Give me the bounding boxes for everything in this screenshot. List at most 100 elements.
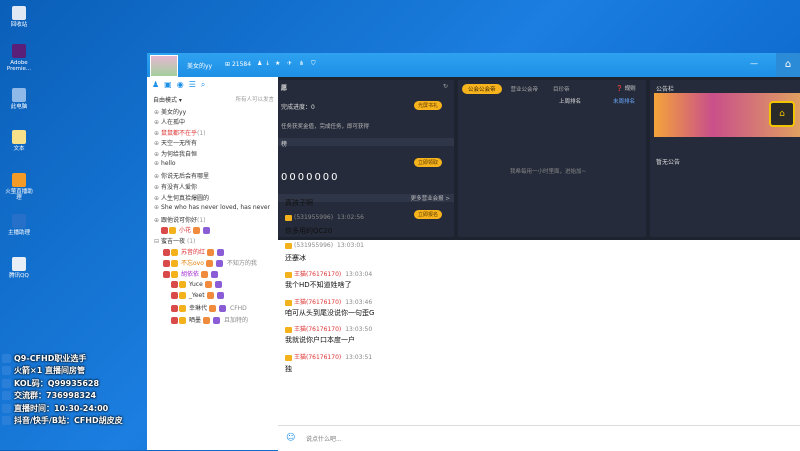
expand-icon[interactable]: ⊕ <box>154 109 159 116</box>
app-icon <box>12 88 26 102</box>
shield-icon[interactable]: ⛉ <box>311 61 317 67</box>
star-icon[interactable]: ★ <box>275 61 281 67</box>
sender-name[interactable]: 王猫(76176170) <box>294 326 341 333</box>
channel-item[interactable]: ⊕ 人生何真拾爆圆的 <box>154 193 209 202</box>
user-item[interactable]: 不忘ovo 不知方的我 <box>163 258 257 267</box>
desktop-icon[interactable]: 此电脑 <box>4 88 34 110</box>
room-avatar[interactable] <box>150 55 178 77</box>
expand-icon[interactable]: ⊕ <box>154 151 159 158</box>
desktop-icon-label: 此电脑 <box>10 104 28 110</box>
user-item[interactable]: _Yeet <box>171 292 225 299</box>
minimize-icon[interactable]: — <box>750 59 758 68</box>
user-name: 苏音的红 <box>181 249 206 256</box>
user-item[interactable]: 胡依依 <box>163 269 219 278</box>
down-icon[interactable]: ↓ <box>265 61 271 67</box>
badge-icon <box>171 281 178 288</box>
collapse-icon[interactable]: ⊟ <box>154 238 159 245</box>
user-name: 晒墨 <box>189 317 202 324</box>
expand-icon[interactable]: ⊕ <box>154 184 159 191</box>
expand-icon[interactable]: ⊕ <box>154 130 159 137</box>
expand-icon[interactable]: ⊕ <box>154 160 159 167</box>
sender-name[interactable]: (531955996) <box>294 214 333 221</box>
channel-item[interactable]: ⊕ 跟他说可你好(1) <box>154 215 206 224</box>
desktop-icon[interactable]: 回收站 <box>4 6 34 28</box>
more-link[interactable]: 更多营业会报 > <box>411 194 450 202</box>
section-bar <box>278 138 454 146</box>
expand-icon[interactable]: ⊕ <box>154 119 159 126</box>
expand-icon[interactable]: ⊕ <box>154 173 159 180</box>
desktop-icon[interactable]: 主播助理 <box>4 214 34 236</box>
claim-button[interactable]: 立即领取 <box>414 158 443 167</box>
desktop-icon-label: 火萤直播助理 <box>5 189 33 201</box>
channel-item[interactable]: ⊕ 有没有人爱你 <box>154 182 197 191</box>
home-icon[interactable]: ⌂ <box>776 53 800 77</box>
medal-icon <box>207 249 215 256</box>
rank-tab[interactable]: 公会公会帝 <box>462 84 502 94</box>
sender-name[interactable]: 王猫(76176170) <box>294 299 341 306</box>
share-icon[interactable]: ⋔ <box>299 61 305 67</box>
location-icon[interactable]: ◉ <box>177 80 184 90</box>
emoji-icon[interactable]: ☺ <box>286 433 295 443</box>
chat-sender[interactable]: (531955996) 13:02:56 <box>285 214 364 221</box>
list-icon[interactable]: ☰ <box>189 80 196 90</box>
chat-input[interactable] <box>304 431 608 447</box>
user-name: Yuce <box>189 281 203 288</box>
channel-group[interactable]: ⊟ 蜜吉一夜 (1) <box>154 236 195 245</box>
user-item[interactable]: 晒墨 且加特的 <box>171 315 248 324</box>
desktop-icon[interactable]: 火萤直播助理 <box>4 173 34 201</box>
badge-icon <box>171 249 178 256</box>
notice-banner-image[interactable]: ⌂ <box>654 93 800 137</box>
channel-item[interactable]: ⊕ She who has never loved, has never <box>154 204 270 211</box>
medal-icon <box>213 317 221 324</box>
desktop-icon[interactable]: 腾讯QQ <box>4 257 34 279</box>
mode-select[interactable]: 自由模式 ▾ <box>153 95 182 104</box>
user-item[interactable]: 苏音的红 <box>163 247 225 256</box>
expand-icon[interactable]: ⊕ <box>154 217 159 224</box>
notice-title: 公告栏 <box>656 86 675 93</box>
channel-item[interactable]: ⊕ 为何给我自恒 <box>154 149 197 158</box>
chat-sender[interactable]: 王猫(76176170) 13:03:51 <box>285 352 372 361</box>
chat-sender[interactable]: 王猫(76176170) 13:03:04 <box>285 269 372 278</box>
rank-tab[interactable]: 营业公会帝 <box>505 84 545 94</box>
chat-sender[interactable]: 王猫(76176170) 13:03:46 <box>285 297 372 306</box>
user-item[interactable]: 幸琳代 CFHD <box>171 303 247 312</box>
user-icon[interactable]: ♟ <box>257 61 263 67</box>
chat-sender[interactable]: (531955996) 13:03:01 <box>285 242 364 249</box>
user-item[interactable]: Yuce <box>171 281 223 288</box>
signup-button[interactable]: 立即报名 <box>414 210 443 219</box>
sender-name[interactable]: (531955996) <box>294 242 333 249</box>
rank-tab[interactable]: 目珍帝 <box>547 84 576 94</box>
refresh-icon[interactable]: ↻ <box>443 83 448 90</box>
overlay-line: 抖音/快手/B站：CFHD胡皮皮 <box>2 415 146 428</box>
rules-link[interactable]: ❓ 规则 <box>616 84 636 92</box>
channel-item[interactable]: ⊕ hello <box>154 160 176 167</box>
desktop-icon[interactable]: Adobe Premie... <box>4 44 34 72</box>
sender-name[interactable]: 王猫(76176170) <box>294 271 341 278</box>
gift-button[interactable]: 光屏书礼 <box>414 101 443 110</box>
channel-count: (1) <box>197 130 206 137</box>
sender-name[interactable]: 王猫(76176170) <box>294 354 341 361</box>
channel-item[interactable]: ⊕ 美女的yy <box>154 107 186 116</box>
channel-item[interactable]: ⊕ 鼠鼠都不在乎(1) <box>154 128 206 137</box>
chat-message: 真孩子啊 <box>285 199 313 207</box>
user-item[interactable]: 小花 <box>161 225 211 234</box>
overlay-text: 抖音/快手/B站：CFHD胡皮皮 <box>14 416 123 426</box>
flag-icon[interactable]: ✈ <box>287 61 293 67</box>
chat-icon[interactable]: ▣ <box>164 80 172 90</box>
overlay-text: 直播时间：10:30-24:00 <box>14 403 109 413</box>
expand-icon[interactable]: ⊕ <box>154 140 159 147</box>
week-rank-link[interactable]: 未周排名 <box>613 97 635 105</box>
message-time: 13:03:50 <box>345 326 373 333</box>
medal-icon <box>205 260 213 267</box>
channel-item[interactable]: ⊕ 人在孤中 <box>154 117 185 126</box>
app-icon <box>12 257 26 271</box>
search-icon[interactable]: ⌕ <box>201 80 205 90</box>
room-id: ⊞ 21584 <box>225 61 252 68</box>
chat-sender[interactable]: 王猫(76176170) 13:03:50 <box>285 324 372 333</box>
expand-icon[interactable]: ⊕ <box>154 204 159 211</box>
channel-item[interactable]: ⊕ 你说无后会有哪里 <box>154 171 209 180</box>
user-icon[interactable]: ♟ <box>152 80 159 90</box>
desktop-icon[interactable]: 文本 <box>4 130 34 152</box>
channel-item[interactable]: ⊕ 天空一无所有 <box>154 138 197 147</box>
expand-icon[interactable]: ⊕ <box>154 195 159 202</box>
